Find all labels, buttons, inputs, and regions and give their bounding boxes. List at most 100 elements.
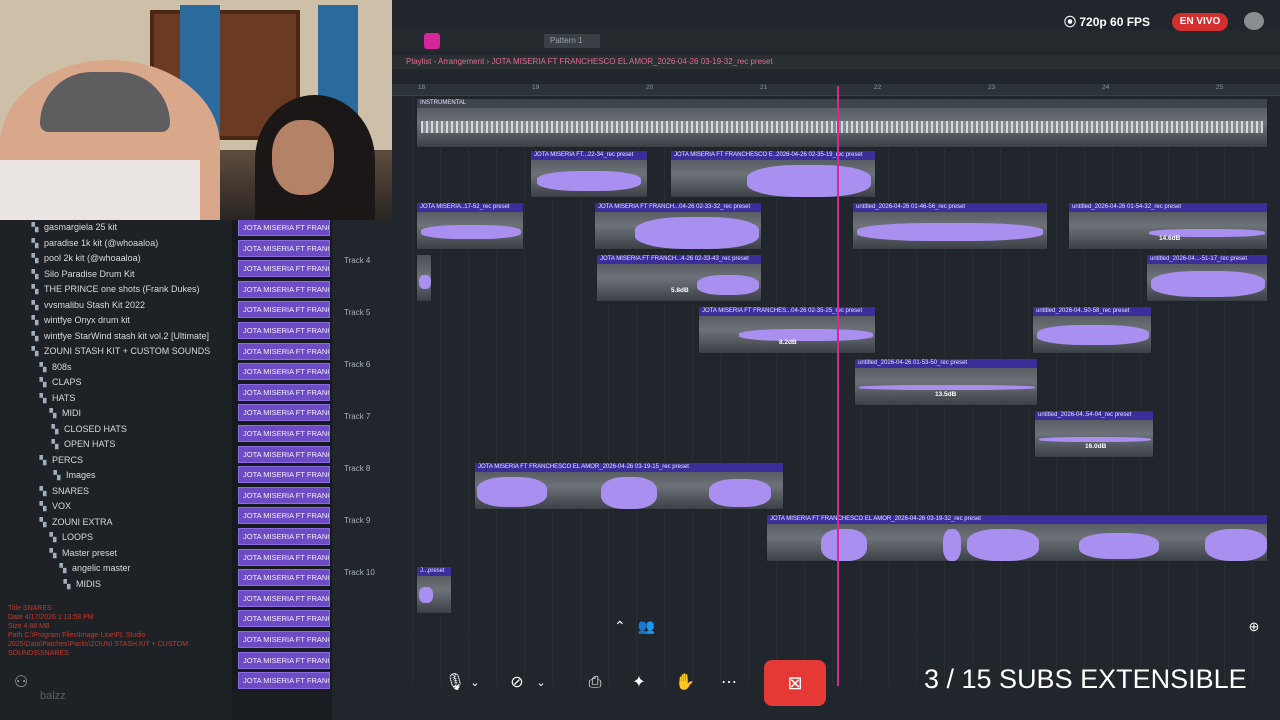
browser-item[interactable]: ▚ angelic master — [58, 563, 131, 579]
audio-clip[interactable]: JOTA MISERIA FT FRANCH...04-26 02-33-32_… — [594, 202, 762, 250]
channel-button[interactable]: JOTA MISERIA FT FRANCH... — [238, 528, 330, 545]
screen-share-icon[interactable]: ⎙ — [580, 668, 610, 698]
audio-clip[interactable]: JOTA MISERIA..17-52_rec preset — [416, 202, 524, 250]
browser-item[interactable]: ▚ ZOUNI STASH KIT + CUSTOM SOUNDS — [30, 346, 211, 362]
audio-clip[interactable]: JOTA MISERIA FT FRANCHES...04-26 02-35-2… — [698, 306, 876, 354]
pattern-mode-icon[interactable] — [424, 33, 440, 49]
clip-title: JOTA MISERIA..17-52_rec preset — [417, 203, 523, 212]
browser-item[interactable]: ▚ Master preset — [48, 548, 118, 564]
audio-clip[interactable] — [416, 254, 432, 302]
info-date: Date 4/17/2026 1:13:58 PM — [8, 614, 94, 621]
browser-item[interactable]: ▚ MIDIS — [62, 579, 101, 595]
channel-button[interactable]: JOTA MISERIA FT FRANCH... — [238, 610, 330, 628]
track-label[interactable]: Track 5 — [344, 308, 370, 317]
browser-item[interactable]: ▚ SNARES — [38, 486, 89, 502]
channel-button[interactable]: JOTA MISERIA FT FRANCH... — [238, 548, 330, 566]
chevron-down-icon[interactable]: ⌄ — [532, 668, 550, 698]
pattern-selector[interactable]: Pattern 1 — [544, 34, 600, 48]
browser-item[interactable]: ▚ MIDI — [48, 408, 81, 424]
channel-button[interactable]: JOTA MISERIA FT FRANCH... — [238, 363, 330, 381]
browser-item[interactable]: ▚ THE PRINCE one shots (Frank Dukes) — [30, 284, 200, 300]
browser-item[interactable]: ▚ HATS — [38, 392, 76, 409]
channel-button[interactable]: JOTA MISERIA FT FRANCH... — [238, 507, 330, 525]
channel-button[interactable]: JOTA MISERIA FT FRANCH... — [238, 589, 330, 607]
folder-icon: ▚ — [39, 392, 47, 403]
chat-icon[interactable] — [1244, 12, 1264, 30]
browser-item[interactable]: ▚ vvsmalibu Stash Kit 2022 — [30, 300, 146, 316]
browser-item[interactable]: ▚ ZOUNI EXTRA — [38, 517, 113, 533]
channel-button[interactable]: JOTA MISERIA FT FRANCH... — [238, 219, 330, 236]
browser-item[interactable]: ▚ CLAPS — [38, 377, 82, 393]
audio-clip[interactable]: untitled_2026-04-26 01-53-50_rec preset … — [854, 358, 1038, 406]
audio-clip[interactable]: JOTA MISERIA FT FRANCHESCO E..2026-04-26… — [670, 150, 876, 198]
effects-icon[interactable]: ✦ — [624, 668, 654, 698]
waveform — [635, 217, 759, 249]
playhead[interactable] — [837, 86, 839, 686]
track-label[interactable]: Track 7 — [344, 412, 370, 421]
raise-hand-icon[interactable]: ✋ — [670, 668, 700, 698]
audio-clip[interactable]: untitled_2026-04...-51-17_rec preset — [1146, 254, 1268, 302]
audio-clip[interactable]: untitled_2026-04-26 01-54-32_rec preset … — [1068, 202, 1268, 250]
track-label[interactable]: Track 4 — [344, 256, 370, 265]
browser-item[interactable]: ▚ PERCS — [38, 455, 83, 471]
channel-button[interactable]: JOTA MISERIA FT FRANCH... — [238, 425, 330, 442]
camera-off-icon[interactable]: ⊘ — [502, 668, 532, 698]
browser-item[interactable]: ▚ CLOSED HATS — [50, 424, 127, 440]
channel-button[interactable]: JOTA MISERIA FT FRANCH... — [238, 322, 330, 339]
user-add-icon[interactable]: ⚇ — [14, 672, 38, 696]
channel-button[interactable]: JOTA MISERIA FT FRANCH... — [238, 672, 330, 690]
browser-item[interactable]: ▚ wintfye Onyx drum kit — [30, 315, 131, 331]
channel-button[interactable]: JOTA MISERIA FT FRANCH... — [238, 383, 330, 401]
waveform — [859, 385, 1035, 390]
more-options-icon[interactable]: ⋯ — [714, 668, 744, 698]
channel-button[interactable]: JOTA MISERIA FT FRANCH... — [238, 486, 330, 504]
audio-clip[interactable]: untitled_2026-04..50-58_rec preset — [1032, 306, 1152, 354]
channel-button[interactable]: JOTA MISERIA FT FRANCH... — [238, 631, 330, 648]
browser-item[interactable]: ▚ paradise 1k kit (@whoaaloa) — [30, 238, 159, 254]
browser-item[interactable]: ▚ VOX — [38, 501, 71, 517]
track-label[interactable]: Track 9 — [344, 516, 370, 525]
browser-item[interactable]: ▚ Silo Paradise Drum Kit — [30, 269, 135, 285]
channel-button[interactable]: JOTA MISERIA FT FRANCH... — [238, 239, 330, 257]
audio-clip[interactable]: untitled_2026-04..54-04_rec preset 16.0d… — [1034, 410, 1154, 458]
fl-toolbar[interactable]: Pattern 1 — [392, 30, 1280, 52]
timeline-ruler[interactable]: 18 19 20 21 22 23 24 25 — [392, 84, 1280, 96]
waveform — [739, 329, 873, 341]
browser-item[interactable]: ▚ wintfye StarWind stash kit vol.2 [Ultim… — [30, 331, 210, 347]
channel-button[interactable]: JOTA MISERIA FT FRANCH... — [238, 569, 330, 587]
ruler-mark: 21 — [760, 84, 768, 91]
browser-item-label: THE PRINCE one shots (Frank Dukes) — [44, 284, 200, 294]
channel-button[interactable]: JOTA MISERIA FT FRANCH... — [238, 651, 330, 669]
channel-button[interactable]: JOTA MISERIA FT FRANCH... — [238, 280, 330, 298]
audio-clip[interactable]: untitled_2026-04-26 01-46-56_rec preset — [852, 202, 1048, 250]
audio-clip[interactable]: JOTA MISERIA FT FRANCH...4-26 02-33-43_r… — [596, 254, 762, 302]
zoom-icon[interactable]: ⊕ — [1242, 616, 1266, 638]
end-call-button[interactable]: ⊠ — [764, 660, 826, 706]
browser-item[interactable]: ▚ Images — [52, 470, 96, 486]
instrumental-clip[interactable]: INSTRUMENTAL — [416, 98, 1268, 148]
channel-button[interactable]: JOTA MISERIA FT FRANCH... — [238, 404, 330, 422]
audio-clip[interactable]: JOTA MISERIA FT FRANCHESCO EL AMOR_2026-… — [474, 462, 784, 510]
channel-button[interactable]: JOTA MISERIA FT FRANCH... — [238, 445, 330, 463]
track-label[interactable]: Track 10 — [344, 568, 375, 577]
browser-item[interactable]: ▚ 808s — [38, 362, 72, 378]
browser-item[interactable]: ▚ pool 2k kit (@whoaaloa) — [30, 253, 141, 269]
chevron-down-icon[interactable]: ⌄ — [466, 668, 484, 698]
audio-clip[interactable]: J...preset — [416, 566, 452, 614]
channel-button[interactable]: JOTA MISERIA FT FRANCH... — [238, 260, 330, 278]
track-label[interactable]: Track 8 — [344, 464, 370, 473]
browser-item[interactable]: ▚ OPEN HATS — [50, 439, 116, 455]
audio-clip[interactable]: JOTA MISERIA FT...22-34_rec preset — [530, 150, 648, 198]
channel-button[interactable]: JOTA MISERIA FT FRANCH... — [238, 466, 330, 484]
waveform — [537, 171, 641, 191]
waveform — [419, 587, 433, 603]
browser-item[interactable]: ▚ gasmargiela 25 kit — [30, 222, 118, 238]
channel-button[interactable]: JOTA MISERIA FT FRANCH... — [238, 342, 330, 360]
folder-icon: ▚ — [39, 377, 47, 387]
audio-clip-selected[interactable]: JOTA MISERIA FT FRANCHESCO EL AMOR_2026-… — [766, 514, 1268, 562]
browser-item[interactable]: ▚ LOOPS — [48, 532, 93, 548]
expand-participants[interactable]: ⌃ 👥 — [614, 618, 664, 642]
track-label[interactable]: Track 6 — [344, 360, 370, 369]
waveform — [709, 479, 771, 507]
channel-button[interactable]: JOTA MISERIA FT FRANCH... — [238, 301, 330, 319]
